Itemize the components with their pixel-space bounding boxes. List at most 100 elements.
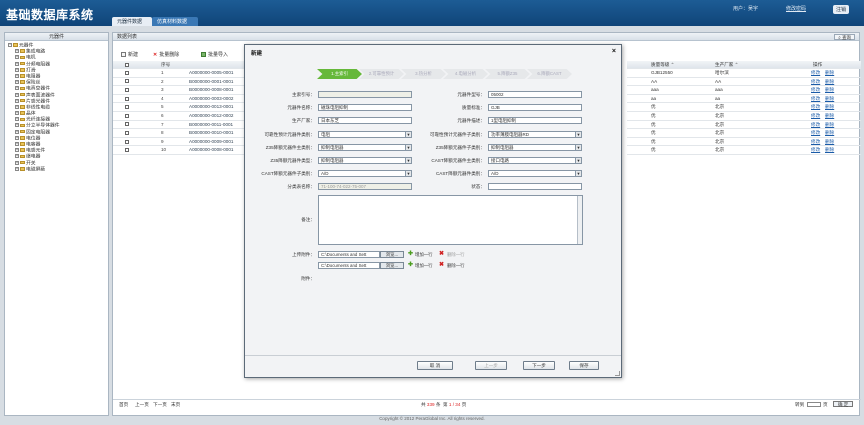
delete-link[interactable]: 删除 [825, 138, 834, 147]
edit-link[interactable]: 修改 [811, 138, 820, 147]
close-icon[interactable]: × [612, 48, 616, 55]
edit-link[interactable]: 修改 [811, 69, 820, 78]
expand-icon[interactable]: + [15, 111, 19, 116]
table-row[interactable]: aaa aaa 修改 删除 [627, 86, 861, 95]
step-2[interactable]: 2.可靠性预计 [359, 69, 404, 79]
expand-icon[interactable]: + [15, 61, 19, 66]
cast-type-select[interactable]: 抑制电阻器 ▼ [318, 157, 412, 164]
table-row[interactable]: 1 A0000000-0005-0001 [113, 69, 253, 78]
row-checkbox[interactable] [125, 70, 129, 75]
table-row[interactable]: 优 北京 修改 删除 [627, 121, 861, 130]
browse-button-2[interactable]: 浏览... [380, 262, 404, 269]
cancel-button[interactable]: 取 消 [417, 361, 453, 370]
table-row[interactable]: aa aa 修改 删除 [627, 95, 861, 104]
expand-icon[interactable]: + [15, 154, 19, 159]
row-checkbox[interactable] [125, 113, 129, 118]
step-5[interactable]: 5.降额Z35 [485, 69, 530, 79]
goto-confirm-button[interactable]: 确 定 [833, 401, 854, 407]
col-quality[interactable]: 质量等级 ⌃ [651, 61, 675, 69]
state-field[interactable] [488, 183, 582, 190]
cast-main-select[interactable]: 接口电路 ▼ [488, 157, 582, 164]
change-password-link[interactable]: 修改密码 [786, 5, 806, 12]
scrollbar[interactable] [577, 196, 582, 244]
prev-step-button[interactable]: 上一步 [475, 361, 507, 370]
batch-import-button[interactable]: 批量导入 [201, 51, 228, 58]
delete-row-link[interactable]: 删除一行 [447, 251, 465, 258]
delete-link[interactable]: 删除 [825, 95, 834, 104]
delete-link[interactable]: 删除 [825, 121, 834, 130]
dropdown-arrow-icon[interactable]: ▼ [405, 158, 411, 163]
table-row[interactable]: 优 北京 修改 删除 [627, 103, 861, 112]
dropdown-arrow-icon[interactable]: ▼ [405, 145, 411, 150]
search-button[interactable]: ⌕ 查询 [834, 34, 855, 40]
tab-component-data[interactable]: 元器件数据 [112, 17, 152, 26]
expand-icon[interactable]: + [15, 98, 19, 103]
row-checkbox[interactable] [125, 105, 129, 110]
expand-icon[interactable]: + [15, 160, 19, 165]
table-row[interactable]: 优 北京 修改 删除 [627, 129, 861, 138]
next-page-link[interactable]: 下一页 [153, 400, 167, 409]
desc-field[interactable]: 1型电阻抑制 [488, 117, 582, 124]
table-row[interactable]: 优 北京 修改 删除 [627, 138, 861, 147]
table-row[interactable]: AA AA 修改 删除 [627, 78, 861, 87]
edit-link[interactable]: 修改 [811, 78, 820, 87]
dropdown-arrow-icon[interactable]: ▼ [405, 171, 411, 176]
next-step-button[interactable]: 下一步 [523, 361, 555, 370]
checkbox[interactable] [125, 62, 129, 67]
delete-link[interactable]: 删除 [825, 69, 834, 78]
table-row[interactable]: 优 北京 修改 删除 [627, 146, 861, 155]
add-row-link[interactable]: 增加一行 [415, 262, 433, 269]
last-page-link[interactable]: 末页 [171, 400, 180, 409]
expand-icon[interactable]: + [15, 86, 19, 91]
table-row[interactable]: 3 B0000000-0008-0001 [113, 86, 253, 95]
dropdown-arrow-icon[interactable]: ▼ [575, 145, 581, 150]
batch-delete-button[interactable]: ✕ 批量删除 [153, 51, 179, 58]
z35-main-select[interactable]: 抑制电阻器 ▼ [318, 144, 412, 151]
remark-textarea[interactable] [318, 195, 583, 245]
expand-icon[interactable]: + [15, 142, 19, 146]
tree-item[interactable]: + 电磁屏蔽 [8, 166, 105, 173]
edit-link[interactable]: 修改 [811, 121, 820, 130]
file-path-1[interactable]: C:\Documents and Sett [318, 251, 380, 258]
edit-link[interactable]: 修改 [811, 95, 820, 104]
std-field[interactable]: GJB [488, 104, 582, 111]
expand-icon[interactable]: + [15, 117, 19, 122]
add-icon[interactable]: ✚ [408, 262, 413, 268]
table-row[interactable]: 5 A0000000-0013-0001 [113, 103, 253, 112]
dropdown-arrow-icon[interactable]: ▼ [575, 171, 581, 176]
delete-link[interactable]: 删除 [825, 146, 834, 155]
row-checkbox[interactable] [125, 87, 129, 92]
expand-icon[interactable]: + [15, 67, 19, 72]
edit-link[interactable]: 修改 [811, 112, 820, 121]
row-checkbox[interactable] [125, 148, 129, 153]
collapse-icon[interactable]: − [8, 43, 12, 47]
index-field[interactable] [318, 91, 412, 98]
edit-link[interactable]: 修改 [811, 86, 820, 95]
delete-row-link[interactable]: 删除一行 [447, 262, 465, 269]
table-row[interactable]: 4 A0000000-0003-0002 [113, 95, 253, 104]
first-page-link[interactable]: 首页 [119, 400, 128, 409]
browse-button-1[interactable]: 浏览... [380, 251, 404, 258]
delete-link[interactable]: 删除 [825, 103, 834, 112]
expand-icon[interactable]: + [15, 73, 19, 78]
table-row[interactable]: 10 A0000000-0008-0001 [113, 146, 253, 155]
table-row[interactable]: GJB12550 哈尔滨 修改 删除 [627, 69, 861, 78]
table-row[interactable]: 8 B0000000-0010-0001 [113, 129, 253, 138]
delete-link[interactable]: 删除 [825, 112, 834, 121]
maker-field[interactable]: 日本东芝 [318, 117, 412, 124]
step-6[interactable]: 6.降额CAST [527, 69, 572, 79]
rel-sub-select[interactable]: 功率薄膜电阻器RD ▼ [488, 131, 582, 138]
logout-button[interactable]: 注销 [833, 5, 850, 14]
expand-icon[interactable]: + [15, 104, 19, 109]
add-row-link[interactable]: 增加一行 [415, 251, 433, 258]
table-row[interactable]: 9 A0000000-0009-0001 [113, 138, 253, 147]
goto-page-input[interactable] [807, 402, 821, 407]
dropdown-arrow-icon[interactable]: ▼ [575, 132, 581, 137]
z35-sub-select[interactable]: 抑制电阻器 ▼ [488, 144, 582, 151]
table-row[interactable]: 优 北京 修改 删除 [627, 112, 861, 121]
add-icon[interactable]: ✚ [408, 251, 413, 257]
prev-page-link[interactable]: 上一页 [135, 400, 149, 409]
tab-simulation-material[interactable]: 仿真材料数据 [152, 17, 198, 26]
row-checkbox[interactable] [125, 130, 129, 135]
rel-main-select[interactable]: 电阻 ▼ [318, 131, 412, 138]
